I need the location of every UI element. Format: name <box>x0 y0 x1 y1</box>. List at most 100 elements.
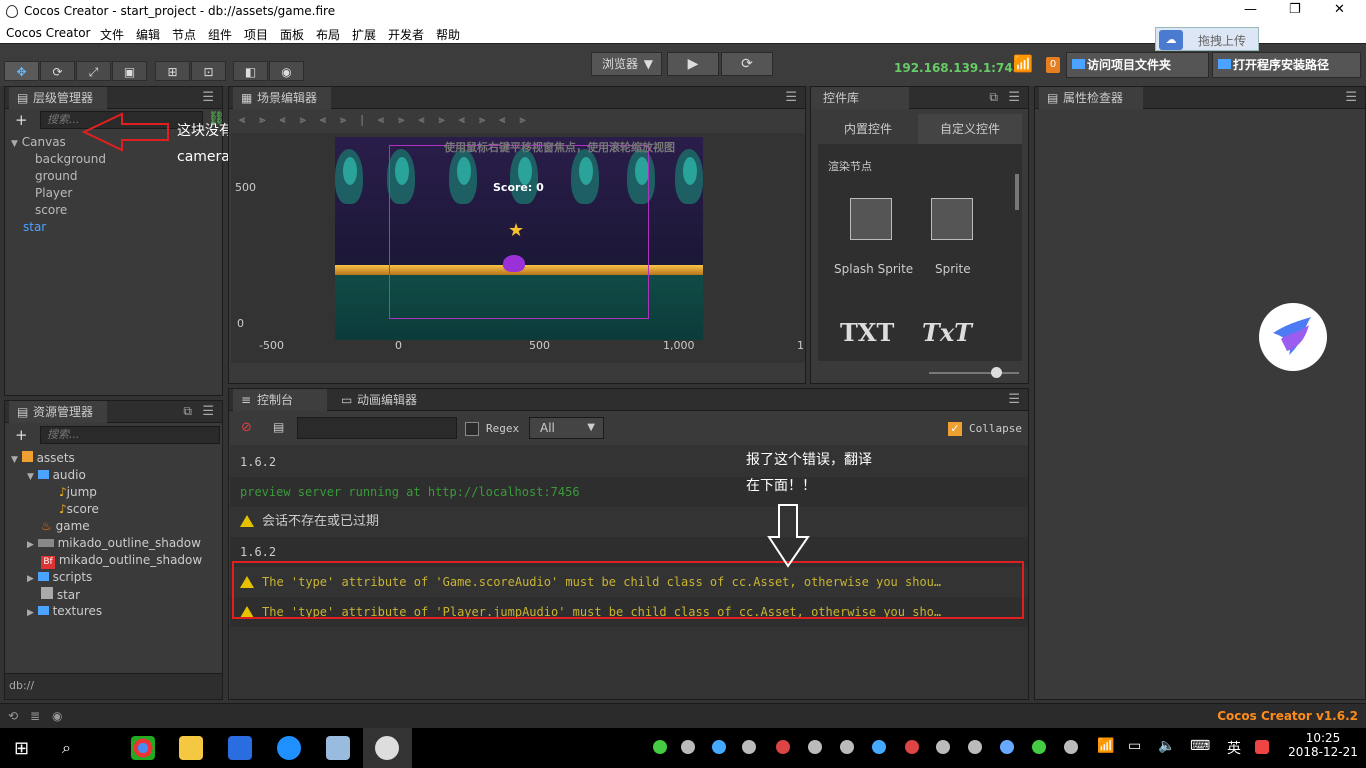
menu-developer[interactable]: 开发者 <box>388 26 424 43</box>
battery-icon[interactable]: ▭ <box>1128 738 1141 754</box>
assets-search-input[interactable]: 搜索... <box>40 426 220 444</box>
tree-node-canvas[interactable]: Canvas <box>22 135 66 149</box>
menu-project[interactable]: 项目 <box>244 26 268 43</box>
sprite-icon[interactable] <box>931 198 973 240</box>
global-tool-icon[interactable]: ◉ <box>269 61 304 81</box>
tray-icon[interactable] <box>681 740 695 754</box>
add-asset-icon[interactable]: + <box>15 426 28 444</box>
move-tool-icon[interactable]: ✥ <box>4 61 39 81</box>
add-node-icon[interactable]: + <box>15 111 28 129</box>
status-refresh-icon[interactable]: ⟲ <box>8 709 18 723</box>
tray-icon[interactable] <box>653 740 667 754</box>
asset-mikado-font[interactable]: mikado_outline_shadow <box>59 553 202 567</box>
tree-node-ground[interactable]: ground <box>11 169 106 186</box>
close-button[interactable]: ✕ <box>1334 2 1345 17</box>
cocos-taskbar-item[interactable] <box>363 728 412 768</box>
asset-star[interactable]: star <box>57 588 80 602</box>
volume-icon[interactable]: 🔈 <box>1158 738 1175 754</box>
warning-row[interactable]: 会话不存在或已过期 <box>230 507 1028 537</box>
search-icon[interactable]: ⌕ <box>62 738 71 758</box>
menu-layout[interactable]: 布局 <box>316 26 340 43</box>
menu-component[interactable]: 组件 <box>208 26 232 43</box>
notepad-icon[interactable] <box>326 736 350 760</box>
hierarchy-tab[interactable]: ▤ 层级管理器 <box>9 87 107 109</box>
popout-icon[interactable]: ⧉ <box>183 404 192 419</box>
panel-menu-icon[interactable]: ☰ <box>202 404 214 419</box>
menu-file[interactable]: 文件 <box>100 26 124 43</box>
open-install-path-button[interactable]: 打开程序安装路径 <box>1212 52 1361 78</box>
tree-node-star[interactable]: star <box>11 220 106 237</box>
center-tool-icon[interactable]: ⊡ <box>191 61 226 81</box>
file-explorer-icon[interactable] <box>179 736 203 760</box>
console-filter-input[interactable] <box>297 417 457 439</box>
app-icon[interactable] <box>228 736 252 760</box>
assets-tab[interactable]: ▤ 资源管理器 <box>9 401 107 423</box>
open-log-icon[interactable]: ▤ <box>273 420 284 434</box>
label-widget-icon[interactable]: TXT <box>840 318 894 347</box>
widget-tab[interactable]: 控件库 <box>811 87 909 109</box>
windows-start-icon[interactable]: ⊞ <box>14 738 29 759</box>
tray-icon[interactable] <box>1000 740 1014 754</box>
tray-icon[interactable] <box>840 740 854 754</box>
menu-help[interactable]: 帮助 <box>436 26 460 43</box>
asset-score[interactable]: score <box>67 502 99 516</box>
inspector-tab[interactable]: ▤ 属性检查器 <box>1039 87 1143 109</box>
widget-scrollbar[interactable] <box>1015 174 1019 210</box>
ie-browser-icon[interactable] <box>277 736 301 760</box>
status-db-icon[interactable]: ≣ <box>30 709 40 723</box>
tray-icon[interactable] <box>712 740 726 754</box>
align-toolbar[interactable]: ⫷⫸⫷⫸⫷⫸|⫷⫸⫷⫸⫷⫸⫷⫸ <box>239 113 540 127</box>
menu-panel[interactable]: 面板 <box>280 26 304 43</box>
animation-editor-tab[interactable]: ▭ 动画编辑器 <box>333 389 433 411</box>
preview-platform-select[interactable]: 浏览器 ▼ <box>591 52 662 76</box>
panel-menu-icon[interactable]: ☰ <box>1008 392 1020 407</box>
panel-menu-icon[interactable]: ☰ <box>1008 90 1020 105</box>
tray-icon[interactable] <box>808 740 822 754</box>
open-project-folder-button[interactable]: 访问项目文件夹 <box>1066 52 1209 78</box>
asset-scripts[interactable]: scripts <box>53 570 93 584</box>
panel-menu-icon[interactable]: ☰ <box>1345 90 1357 105</box>
rotate-tool-icon[interactable]: ⟳ <box>40 61 75 81</box>
minimize-button[interactable]: — <box>1244 2 1257 17</box>
rect-tool-icon[interactable]: ▣ <box>112 61 147 81</box>
local-tool-icon[interactable]: ◧ <box>233 61 268 81</box>
chrome-icon[interactable] <box>131 736 155 760</box>
asset-jump[interactable]: jump <box>67 485 97 499</box>
bird-app-icon[interactable] <box>1259 303 1327 371</box>
tray-icon[interactable] <box>968 740 982 754</box>
sogou-icon[interactable] <box>1255 740 1269 754</box>
restore-button[interactable]: ❐ <box>1289 2 1301 17</box>
scene-tab[interactable]: ▦ 场景编辑器 <box>233 87 331 109</box>
tree-node-score[interactable]: score <box>11 203 106 220</box>
regex-checkbox[interactable] <box>465 422 479 436</box>
scale-tool-icon[interactable]: ⤢ <box>76 61 111 81</box>
menu-edit[interactable]: 编辑 <box>136 26 160 43</box>
menu-node[interactable]: 节点 <box>172 26 196 43</box>
log-level-select[interactable]: All ▼ <box>529 417 604 439</box>
menu-app[interactable]: Cocos Creator <box>6 26 91 40</box>
clock[interactable]: 10:25 2018-12-21 <box>1288 731 1358 759</box>
keyboard-icon[interactable]: ⌨ <box>1190 738 1210 754</box>
log-row[interactable]: 1.6.2 <box>230 447 1028 477</box>
play-button[interactable]: ▶ <box>667 52 719 76</box>
asset-assets[interactable]: assets <box>37 451 75 465</box>
asset-mikado-atlas[interactable]: mikado_outline_shadow <box>58 536 201 550</box>
panel-menu-icon[interactable]: ☰ <box>202 90 214 105</box>
tray-icon[interactable] <box>905 740 919 754</box>
tray-icon[interactable] <box>776 740 790 754</box>
collapse-checkbox[interactable]: ✓ <box>948 422 962 436</box>
richtext-widget-icon[interactable]: TxT <box>922 318 972 347</box>
zoom-slider[interactable] <box>929 372 1019 374</box>
log-row[interactable]: preview server running at http://localho… <box>230 477 1028 507</box>
tree-node-player[interactable]: Player <box>11 186 106 203</box>
preview-ip[interactable]: 192.168.139.1:7456 <box>894 61 1029 75</box>
tray-icon[interactable] <box>742 740 756 754</box>
tab-custom[interactable]: 自定义控件 <box>918 114 1022 144</box>
splash-sprite-icon[interactable] <box>850 198 892 240</box>
console-tab[interactable]: ≡ 控制台 <box>233 389 327 411</box>
ime-indicator[interactable]: 英 <box>1227 738 1241 758</box>
asset-audio[interactable]: audio <box>53 468 86 482</box>
notification-badge[interactable]: 0 <box>1046 57 1060 73</box>
tray-icon[interactable] <box>1032 740 1046 754</box>
tab-builtin[interactable]: 内置控件 <box>818 114 918 144</box>
